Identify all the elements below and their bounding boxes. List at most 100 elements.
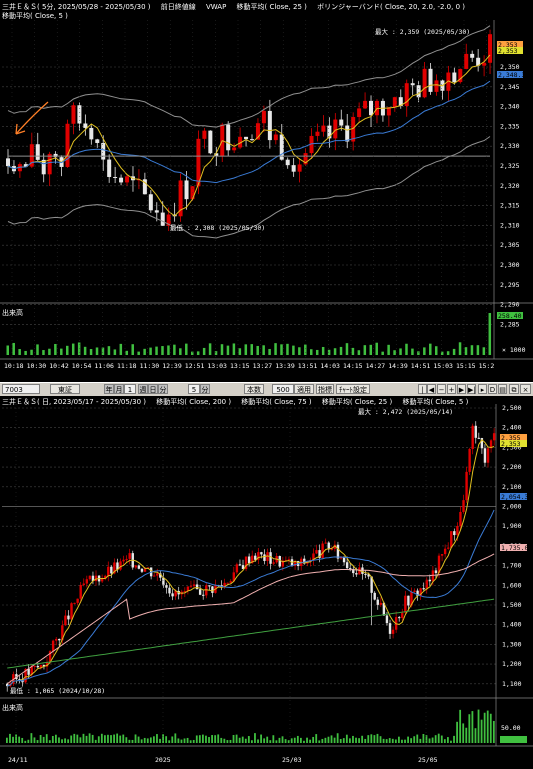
candle xyxy=(153,575,156,577)
nav-next-icon[interactable]: ▶ xyxy=(457,384,466,394)
price-tick-label: 1,900 xyxy=(502,522,522,530)
market-select[interactable]: 東証 xyxy=(50,384,80,394)
candle xyxy=(456,525,459,536)
candle xyxy=(226,582,229,584)
volume-bar xyxy=(488,313,492,355)
volume-bar xyxy=(422,733,425,743)
code-input[interactable]: 7003 xyxy=(2,384,40,394)
volume-bar xyxy=(401,739,403,743)
volume-bar xyxy=(128,739,131,743)
min-price-label: 最低 : 1,065 (2024/10/28) xyxy=(10,686,105,695)
volume-bar xyxy=(434,735,437,743)
price-tick-label: 2,345 xyxy=(500,83,520,91)
volume-bar xyxy=(131,739,134,743)
nav-last-icon[interactable]: ▶| xyxy=(467,384,476,394)
nav-first-icon[interactable]: |◀ xyxy=(418,384,427,404)
candle xyxy=(392,97,397,108)
daily-chart-panel[interactable]: 三井Ｅ＆Ｓ( 日, 2023/05/17 - 2025/05/30 ) 移動平均… xyxy=(0,396,533,769)
volume-bar xyxy=(381,351,384,355)
volume-bar xyxy=(407,736,409,743)
candle xyxy=(379,602,383,605)
volume-bar xyxy=(119,735,122,743)
apply-button[interactable]: 適用 xyxy=(294,384,314,394)
candle xyxy=(6,158,10,167)
daily-price-chart[interactable]: 2,5002,4002,3002,2002,1002,0001,9001,800… xyxy=(0,396,533,769)
draw-icon[interactable]: D xyxy=(488,384,497,394)
candle xyxy=(235,564,239,573)
candle xyxy=(462,500,465,512)
intraday-price-chart[interactable]: 2,350 2,345 2,340 2,335 2,330 2,325 2,320 2,315… xyxy=(0,0,533,382)
candle xyxy=(232,147,237,151)
candle xyxy=(77,105,82,124)
volume-bar xyxy=(345,343,349,355)
period-day-button[interactable]: 日 xyxy=(148,384,158,394)
volume-bar xyxy=(459,709,462,743)
scroll-right-icon[interactable]: ▸ xyxy=(478,384,487,394)
volume-bar xyxy=(315,734,318,743)
layout-icon[interactable]: ▤ xyxy=(498,384,507,394)
volume-bar xyxy=(382,738,385,743)
candle xyxy=(483,448,487,463)
volume-bar xyxy=(195,735,198,743)
nav-prev-icon[interactable]: ◀ xyxy=(427,384,436,394)
candle xyxy=(273,134,278,141)
period-month-button[interactable]: 月 xyxy=(114,384,124,394)
candle xyxy=(58,638,61,641)
time-tick-label: 10:54 xyxy=(72,362,92,370)
intraday-chart-panel[interactable]: 三井Ｅ＆Ｓ( 5分, 2025/05/28 - 2025/05/30 ) 前日終… xyxy=(0,0,533,382)
price-tick-label: 2,350 xyxy=(500,63,520,71)
volume-bar xyxy=(456,721,458,743)
volume-bar xyxy=(411,348,414,355)
price-tick-label: 2,295 xyxy=(500,281,520,289)
zoom-in-icon[interactable]: + xyxy=(447,384,456,394)
volume-bar xyxy=(482,347,486,355)
volume-bar xyxy=(429,343,432,355)
min-price-label: 最低 : 2,308 (2025/05/30) xyxy=(170,223,265,232)
volume-bar xyxy=(186,737,189,743)
volume-bar xyxy=(82,733,85,743)
volume-bar xyxy=(247,736,250,743)
candle xyxy=(404,595,407,613)
candle xyxy=(51,640,55,652)
candle xyxy=(321,125,326,132)
candle xyxy=(122,559,125,562)
count-input[interactable]: 500 xyxy=(272,384,294,394)
volume-bar xyxy=(24,350,27,355)
time-tick-label: 11:30 xyxy=(140,362,160,370)
volume-bar xyxy=(423,347,426,355)
period-minute2-button[interactable]: 分 xyxy=(200,384,210,394)
candle xyxy=(339,119,344,126)
time-tick-label: 14:39 xyxy=(388,362,408,370)
chart-settings-button[interactable]: ﾁｬｰﾄ設定 xyxy=(336,384,370,394)
n2-input[interactable]: 5 xyxy=(188,384,200,394)
volume-bar xyxy=(361,735,364,743)
candle xyxy=(33,665,36,667)
volume-bar xyxy=(61,739,63,743)
n1-input[interactable]: 1 xyxy=(124,384,136,394)
volume-bar xyxy=(447,737,449,743)
time-tick-label: 11:18 xyxy=(117,362,137,370)
volume-bar xyxy=(363,345,367,355)
volume-bar xyxy=(100,733,103,743)
candle xyxy=(470,53,475,58)
volume-bar xyxy=(480,719,483,743)
candle xyxy=(238,564,242,566)
volume-bar xyxy=(364,738,367,743)
time-tick-label: 14:27 xyxy=(366,362,386,370)
volume-bar xyxy=(97,736,100,743)
period-minute-button[interactable]: 分 xyxy=(158,384,168,394)
indicator-button[interactable]: 指標 xyxy=(316,384,334,394)
period-year-button[interactable]: 年 xyxy=(104,384,114,394)
volume-bar xyxy=(462,723,465,743)
candle xyxy=(364,573,367,575)
daily-volume-label: 出来高 xyxy=(2,704,23,712)
volume-bar xyxy=(417,351,420,355)
price-tick-label: 1,700 xyxy=(502,562,522,570)
restore-icon[interactable]: ⧉ xyxy=(509,384,519,394)
volume-bar xyxy=(470,345,474,355)
period-week-button[interactable]: 週 xyxy=(138,384,148,394)
volume-bar xyxy=(292,345,295,355)
volume-bar xyxy=(244,738,247,743)
zoom-out-icon[interactable]: − xyxy=(437,384,446,394)
close-icon[interactable]: × xyxy=(520,384,531,394)
